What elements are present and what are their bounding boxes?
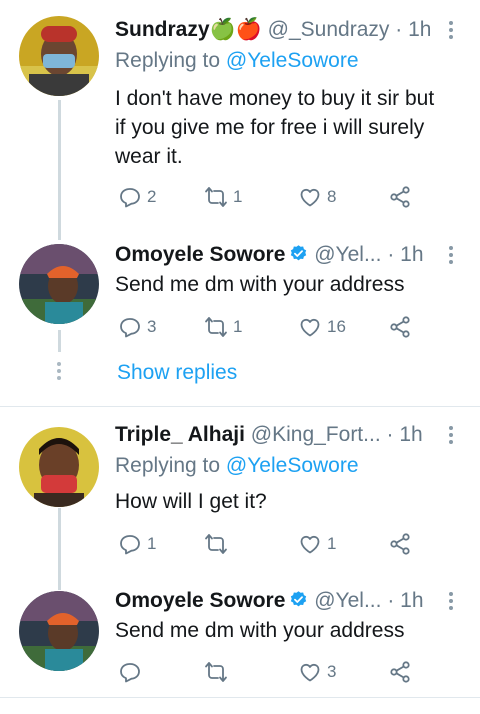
separator-dot: · <box>395 18 403 41</box>
like-button[interactable]: 16 <box>298 314 346 340</box>
heart-icon <box>300 318 320 337</box>
like-count: 3 <box>327 662 337 681</box>
retweet-count: 1 <box>233 317 243 336</box>
replying-to-handle[interactable]: @YeleSowore <box>226 49 359 72</box>
show-replies-link[interactable]: Show replies <box>117 361 237 385</box>
name-emoji: 🍏🍎 <box>209 18 262 41</box>
replying-to: Replying to @YeleSowore <box>115 452 359 480</box>
tweet-triple-alhaji[interactable]: Triple_ Alhaji @King_Fort... · 1h Replyi… <box>0 407 480 577</box>
reply-icon <box>120 318 140 338</box>
heart-icon <box>300 535 320 554</box>
tweet-header: Omoyele Sowore @Yel... · 1h <box>115 587 430 615</box>
avatar[interactable] <box>19 244 99 324</box>
like-button[interactable]: 1 <box>298 531 336 557</box>
like-count: 1 <box>327 534 337 553</box>
avatar[interactable] <box>19 427 99 507</box>
share-button[interactable] <box>388 659 412 685</box>
reply-icon <box>120 188 140 208</box>
display-name[interactable]: Omoyele Sowore <box>115 589 285 612</box>
reply-icon <box>120 535 140 555</box>
tweet-text: Send me dm with your address <box>115 619 405 642</box>
reply-button[interactable]: 2 <box>118 184 156 210</box>
timestamp[interactable]: 1h <box>400 589 423 612</box>
user-handle[interactable]: @Yel... <box>314 243 381 266</box>
reply-count: 2 <box>147 187 157 206</box>
tweet-header: Sundrazy🍏🍎 @_Sundrazy · 1h <box>115 16 430 44</box>
tweet-text: How will I get it? <box>115 490 267 513</box>
tweet-actions: 3 <box>115 659 415 685</box>
tweet-omoyele-sowore[interactable]: Omoyele Sowore @Yel... · 1h Send me dm w… <box>0 230 480 340</box>
retweet-icon <box>205 662 227 682</box>
retweet-button[interactable] <box>204 659 233 685</box>
reply-count: 3 <box>147 317 157 336</box>
user-handle[interactable]: @Yel... <box>314 589 381 612</box>
replying-to: Replying to @YeleSowore <box>115 47 359 75</box>
retweet-icon <box>205 317 227 337</box>
reply-button[interactable] <box>118 659 147 685</box>
replying-to-handle[interactable]: @YeleSowore <box>226 454 359 477</box>
avatar[interactable] <box>19 591 99 671</box>
replying-to-label: Replying to <box>115 49 221 72</box>
retweet-button[interactable]: 1 <box>204 314 242 340</box>
timestamp[interactable]: 1h <box>399 423 422 446</box>
divider <box>0 697 480 698</box>
replying-to-label: Replying to <box>115 454 221 477</box>
display-name[interactable]: Omoyele Sowore <box>115 243 285 266</box>
more-options-icon[interactable] <box>448 592 454 614</box>
user-handle[interactable]: @King_Fort... <box>251 423 381 446</box>
share-icon <box>390 533 410 555</box>
like-button[interactable]: 8 <box>298 184 336 210</box>
more-options-icon[interactable] <box>448 246 454 268</box>
share-icon <box>390 186 410 208</box>
share-button[interactable] <box>388 531 412 557</box>
reply-icon <box>120 663 140 683</box>
more-options-icon[interactable] <box>448 21 454 43</box>
reply-button[interactable]: 1 <box>118 531 156 557</box>
thread-gap-dots <box>57 362 61 383</box>
retweet-icon <box>205 187 227 207</box>
tweet-actions: 2 1 8 <box>115 184 415 210</box>
tweet-header: Omoyele Sowore @Yel... · 1h <box>115 241 430 269</box>
tweet-sundrazy[interactable]: Sundrazy🍏🍎 @_Sundrazy · 1h Replying to @… <box>0 0 480 230</box>
retweet-button[interactable] <box>204 531 233 557</box>
verified-badge-icon <box>291 591 307 607</box>
share-button[interactable] <box>388 184 412 210</box>
reply-button[interactable]: 3 <box>118 314 156 340</box>
tweet-actions: 3 1 16 <box>115 314 415 340</box>
timestamp[interactable]: 1h <box>408 18 430 41</box>
separator-dot: · <box>387 243 395 266</box>
tweet-actions: 1 1 <box>115 531 415 557</box>
separator-dot: · <box>386 423 394 446</box>
heart-icon <box>300 663 320 682</box>
like-count: 16 <box>327 317 346 336</box>
like-count: 8 <box>327 187 337 206</box>
display-name[interactable]: Triple_ Alhaji <box>115 423 245 446</box>
retweet-count: 1 <box>233 187 243 206</box>
share-button[interactable] <box>388 314 412 340</box>
user-handle[interactable]: @_Sundrazy <box>268 18 390 41</box>
tweet-omoyele-sowore[interactable]: Omoyele Sowore @Yel... · 1h Send me dm w… <box>0 577 480 697</box>
like-button[interactable]: 3 <box>298 659 336 685</box>
retweet-icon <box>205 534 227 554</box>
timestamp[interactable]: 1h <box>400 243 423 266</box>
tweet-text: I don't have money to buy it sir but if … <box>115 87 435 168</box>
tweet-header: Triple_ Alhaji @King_Fort... · 1h <box>115 421 430 449</box>
reply-count: 1 <box>147 534 157 553</box>
heart-icon <box>300 188 320 207</box>
verified-badge-icon <box>291 245 307 261</box>
more-options-icon[interactable] <box>448 426 454 448</box>
share-icon <box>390 316 410 338</box>
separator-dot: · <box>387 589 395 612</box>
avatar[interactable] <box>19 16 99 96</box>
share-icon <box>390 661 410 683</box>
retweet-button[interactable]: 1 <box>204 184 242 210</box>
display-name[interactable]: Sundrazy <box>115 18 210 41</box>
tweet-text: Send me dm with your address <box>115 273 405 296</box>
